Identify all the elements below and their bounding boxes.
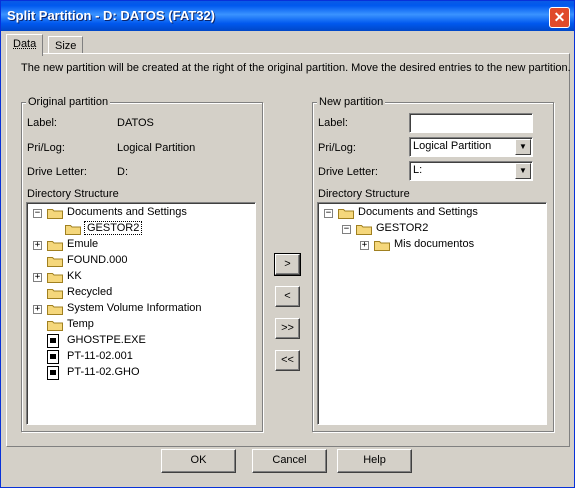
tree-node-label: PT-11-02.001 [67, 350, 133, 362]
tab-data-label: Data [13, 38, 37, 50]
move-all-right-button[interactable]: >> [275, 318, 300, 339]
ok-button[interactable]: OK [161, 449, 236, 473]
expand-icon[interactable]: + [360, 241, 369, 250]
folder-icon [47, 303, 63, 318]
tree-node[interactable]: FOUND.000 [27, 253, 255, 269]
split-partition-dialog: Split Partition - D: DATOS (FAT32) ✕ Dat… [0, 0, 575, 488]
folder-icon [47, 287, 63, 302]
folder-icon [47, 239, 63, 254]
tree-node[interactable]: + Mis documentos [318, 237, 546, 253]
new-drive-value: L: [413, 164, 423, 176]
folder-icon [47, 319, 63, 334]
tree-node-label: Documents and Settings [67, 206, 187, 218]
chevron-down-icon[interactable]: ▼ [515, 139, 531, 155]
new-prilog-caption: Pri/Log: [318, 142, 356, 154]
tree-node-label: PT-11-02.GHO [67, 366, 140, 378]
expand-icon[interactable]: + [33, 273, 42, 282]
new-partition-title: New partition [317, 96, 386, 108]
tree-node-label: Documents and Settings [358, 206, 478, 218]
tree-node[interactable]: + System Volume Information [27, 301, 255, 317]
tree-node[interactable]: Temp [27, 317, 255, 333]
collapse-icon[interactable]: − [324, 209, 333, 218]
tree-node-label: System Volume Information [67, 302, 202, 314]
original-partition-title: Original partition [26, 96, 111, 108]
collapse-icon[interactable]: − [342, 225, 351, 234]
original-label-caption: Label: [27, 117, 57, 129]
tree-node[interactable]: PT-11-02.001 [27, 349, 255, 365]
original-label-value: DATOS [117, 117, 154, 129]
tree-node[interactable]: + KK [27, 269, 255, 285]
tab-size-label: Size [55, 40, 77, 52]
tab-size[interactable]: Size [48, 36, 84, 54]
original-dir-caption: Directory Structure [27, 188, 119, 200]
original-drive-value: D: [117, 166, 128, 178]
original-partition-group: Original partition Label: DATOS Pri/Log:… [21, 96, 263, 432]
tree-node-label: GHOSTPE.EXE [67, 334, 146, 346]
tab-panel-data: The new partition will be created at the… [6, 53, 571, 447]
move-left-button[interactable]: < [275, 286, 300, 307]
original-drive-caption: Drive Letter: [27, 166, 87, 178]
help-button[interactable]: Help [337, 449, 412, 473]
tree-node[interactable]: Recycled [27, 285, 255, 301]
original-prilog-caption: Pri/Log: [27, 142, 65, 154]
tree-node[interactable]: GHOSTPE.EXE [27, 333, 255, 349]
folder-icon [47, 271, 63, 286]
folder-icon [338, 207, 354, 222]
file-icon [47, 366, 59, 383]
tree-node[interactable]: GESTOR2 [27, 221, 255, 237]
tree-node-label: GESTOR2 [83, 221, 143, 235]
new-drive-caption: Drive Letter: [318, 166, 378, 178]
chevron-down-icon[interactable]: ▼ [515, 163, 531, 179]
tree-node-label: Recycled [67, 286, 113, 298]
tree-node[interactable]: − GESTOR2 [318, 221, 546, 237]
new-prilog-value: Logical Partition [413, 140, 492, 152]
move-all-left-button[interactable]: << [275, 350, 300, 371]
new-prilog-select[interactable]: Logical Partition ▼ [409, 137, 533, 157]
tree-node[interactable]: − Documents and Settings [318, 205, 546, 221]
tree-node-label: KK [67, 270, 82, 282]
tab-data[interactable]: Data [6, 34, 44, 56]
folder-icon [47, 207, 63, 222]
tree-node[interactable]: − Documents and Settings [27, 205, 255, 221]
tree-node-label: FOUND.000 [67, 254, 128, 266]
title-bar[interactable]: Split Partition - D: DATOS (FAT32) ✕ [1, 1, 574, 31]
folder-icon [47, 255, 63, 270]
cancel-button[interactable]: Cancel [252, 449, 327, 473]
move-right-button[interactable]: > [274, 253, 301, 276]
dialog-client: Data Size The new partition will be crea… [4, 31, 571, 486]
new-dir-caption: Directory Structure [318, 188, 410, 200]
new-directory-tree[interactable]: − Documents and Settings − GESTOR2 + Mis docu… [317, 202, 547, 425]
tree-node-label: GESTOR2 [376, 222, 429, 234]
tree-node[interactable]: PT-11-02.GHO [27, 365, 255, 381]
tree-node-label: Mis documentos [394, 238, 475, 250]
description-text: The new partition will be created at the… [21, 62, 571, 74]
folder-icon [65, 223, 81, 238]
tree-node-label: Temp [67, 318, 94, 330]
new-label-input[interactable] [409, 113, 533, 133]
window-title: Split Partition - D: DATOS (FAT32) [7, 8, 215, 23]
tree-node-label: Emule [67, 238, 99, 250]
folder-icon [356, 223, 372, 238]
expand-icon[interactable]: + [33, 305, 42, 314]
original-prilog-value: Logical Partition [117, 142, 196, 154]
expand-icon[interactable]: + [33, 241, 42, 250]
new-label-caption: Label: [318, 117, 348, 129]
tree-node[interactable]: + Emule [27, 237, 255, 253]
folder-icon [374, 239, 390, 254]
original-directory-tree[interactable]: − Documents and Settings GESTOR2 + Emule FOUN… [26, 202, 256, 425]
new-drive-select[interactable]: L: ▼ [409, 161, 533, 181]
close-button[interactable]: ✕ [549, 7, 570, 28]
collapse-icon[interactable]: − [33, 209, 42, 218]
new-partition-group: New partition Label: Pri/Log: Logical Pa… [312, 96, 554, 432]
